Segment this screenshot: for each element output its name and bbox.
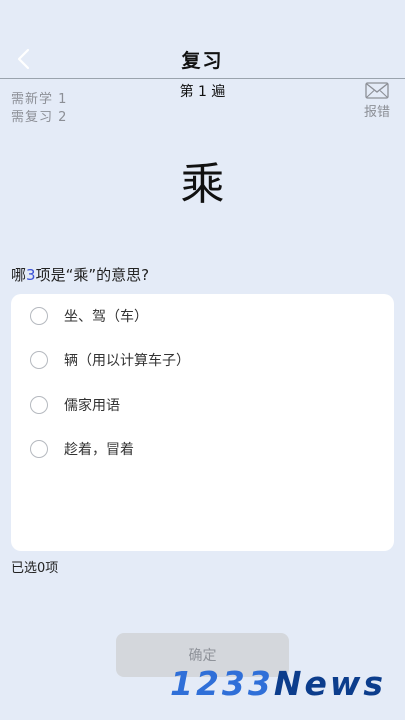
option-item[interactable]: 趁着，冒着 [11,429,394,469]
study-character: 乘 [180,159,225,210]
radio-circle-icon[interactable] [30,440,48,458]
report-error-button[interactable]: 报错 [360,82,394,120]
question-prompt: 哪3项是“乘”的意思? [11,264,149,285]
radio-circle-icon[interactable] [30,351,48,369]
radio-circle-icon[interactable] [30,396,48,414]
to-review-count: 需复习 2 [11,110,68,125]
selected-count-label: 已选0项 [11,561,59,576]
option-label: 趁着，冒着 [64,442,134,458]
question-answer-count: 3 [26,266,36,284]
header-divider [0,78,405,79]
page-title: 复习 [181,50,224,72]
option-item[interactable]: 辆（用以计算车子） [11,340,394,380]
report-error-label: 报错 [363,105,390,120]
watermark-logo: 1233 News [170,663,386,703]
new-to-learn-count: 需新学 1 [11,92,68,107]
radio-circle-icon[interactable] [30,307,48,325]
watermark-word: News [273,663,386,703]
option-item[interactable]: 坐、驾（车） [11,296,394,336]
header-bar: 复习 [0,0,405,78]
option-item[interactable]: 儒家用语 [11,385,394,425]
options-card: 坐、驾（车） 辆（用以计算车子） 儒家用语 趁着，冒着 [11,294,394,551]
option-label: 儒家用语 [64,398,120,414]
watermark-digits: 1233 [170,663,274,703]
option-label: 坐、驾（车） [64,309,148,325]
option-label: 辆（用以计算车子） [64,353,190,369]
question-suffix: 项是“乘”的意思? [35,266,150,284]
envelope-icon [365,82,389,99]
question-prefix: 哪 [11,266,27,284]
